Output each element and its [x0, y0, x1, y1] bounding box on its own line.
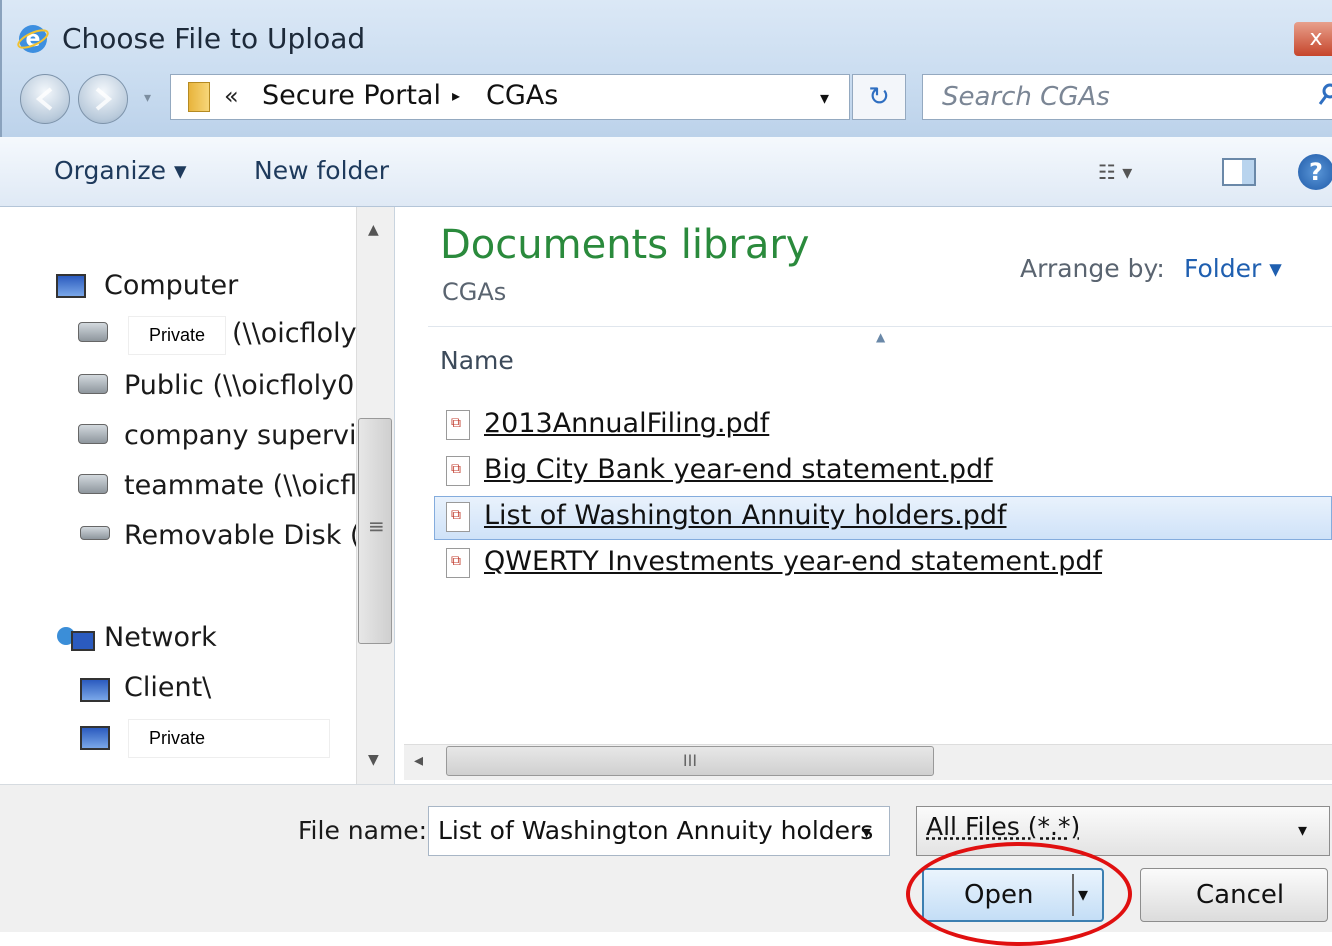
library-subtitle: CGAs	[442, 278, 507, 306]
nav-item-private-computer[interactable]: Private	[128, 719, 330, 758]
forward-button[interactable]	[78, 74, 128, 124]
library-title: Documents library	[440, 222, 810, 268]
pdf-file-icon: ⧉	[446, 548, 470, 578]
new-folder-button[interactable]: New folder	[254, 156, 389, 185]
nav-item-computer[interactable]: Computer	[104, 270, 238, 301]
file-name[interactable]: QWERTY Investments year-end statement.pd…	[484, 546, 1102, 577]
search-icon[interactable]	[1318, 82, 1332, 115]
file-name-dropdown-icon[interactable]: ▾	[862, 822, 871, 843]
arrange-by-dropdown[interactable]: Folder ▾	[1184, 254, 1282, 283]
header-divider	[428, 326, 1332, 327]
breadcrumb-separator-icon[interactable]: ▸	[452, 86, 460, 105]
breadcrumb-secure-portal[interactable]: Secure Portal	[262, 80, 441, 111]
scroll-up-icon[interactable]: ▲	[368, 222, 379, 238]
file-name[interactable]: 2013AnnualFiling.pdf	[484, 408, 769, 439]
breadcrumb-cgas[interactable]: CGAs	[486, 80, 558, 111]
removable-disk-icon	[80, 526, 110, 540]
column-header-name[interactable]: Name	[440, 346, 514, 375]
nav-item-private-drive[interactable]: (\\oicfloly	[232, 318, 357, 349]
nav-item-removable-disk[interactable]: Removable Disk (:	[124, 520, 370, 551]
horizontal-scrollbar-thumb[interactable]: III	[446, 746, 934, 776]
refresh-button[interactable]: ↻	[852, 74, 906, 120]
address-dropdown-icon[interactable]: ▾	[820, 88, 829, 109]
network-drive-icon	[78, 374, 108, 394]
redacted-label: Private	[128, 316, 227, 355]
window-title: Choose File to Upload	[62, 22, 366, 55]
file-name-value[interactable]: List of Washington Annuity holders	[438, 816, 873, 845]
network-drive-icon	[78, 322, 108, 342]
nav-item-network[interactable]: Network	[104, 622, 217, 653]
organize-menu-button[interactable]: Organize ▾	[54, 156, 187, 185]
network-drive-icon	[78, 474, 108, 494]
network-icon	[56, 626, 96, 658]
arrange-by-label: Arrange by:	[1020, 254, 1165, 283]
file-name[interactable]: List of Washington Annuity holders.pdf	[484, 500, 1007, 531]
computer-icon	[80, 678, 110, 702]
pdf-file-icon: ⧉	[446, 410, 470, 440]
change-view-icon[interactable]: ☷ ▾	[1098, 160, 1138, 184]
network-drive-icon	[78, 424, 108, 444]
nav-item-public-drive[interactable]: Public (\\oicfloly01	[124, 370, 371, 401]
file-type-dropdown-icon[interactable]: ▾	[1298, 820, 1307, 841]
sort-ascending-icon: ▲	[876, 330, 886, 344]
file-type-value[interactable]: All Files (*.*)	[926, 812, 1080, 841]
computer-icon	[56, 274, 86, 298]
address-overflow-chevron[interactable]: «	[224, 82, 239, 110]
computer-icon	[80, 726, 110, 750]
back-button[interactable]	[20, 74, 70, 124]
close-button[interactable]: x	[1294, 22, 1332, 56]
pdf-file-icon: ⧉	[446, 502, 470, 532]
file-name[interactable]: Big City Bank year-end statement.pdf	[484, 454, 993, 485]
annotation-circle	[906, 842, 1132, 946]
nav-item-teammate[interactable]: teammate (\\oicflc	[124, 470, 372, 501]
scroll-left-icon[interactable]: ◂	[414, 750, 423, 771]
nav-item-client[interactable]: Client\	[124, 672, 211, 703]
scrollbar-grip-icon: ≡	[368, 514, 385, 538]
folder-icon	[188, 82, 210, 112]
file-name-label: File name:	[298, 816, 428, 845]
help-icon[interactable]: ?	[1298, 154, 1332, 190]
nav-item-company-supervis[interactable]: company supervis	[124, 420, 371, 451]
pdf-file-icon: ⧉	[446, 456, 470, 486]
internet-explorer-icon: e	[16, 22, 50, 56]
scroll-down-icon[interactable]: ▼	[368, 752, 379, 768]
recent-pages-dropdown[interactable]: ▾	[144, 90, 151, 106]
preview-pane-icon[interactable]	[1222, 158, 1256, 186]
cancel-button-label: Cancel	[1196, 880, 1285, 910]
search-placeholder: Search CGAs	[942, 82, 1110, 112]
